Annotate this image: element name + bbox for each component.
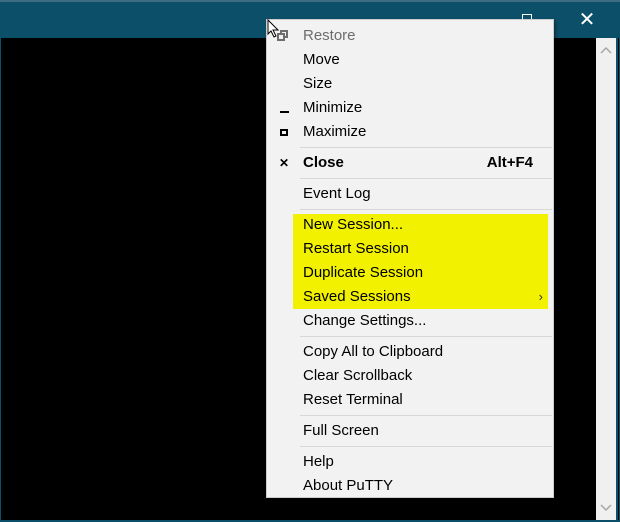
menu-item-maximize[interactable]: Maximize	[267, 120, 553, 144]
menu-item-saved-sessions[interactable]: Saved Sessions ›	[267, 285, 553, 309]
menu-item-label: Restore	[303, 27, 356, 44]
menu-item-full-screen[interactable]: Full Screen	[267, 419, 553, 443]
menu-item-label: Maximize	[303, 123, 367, 140]
menu-item-change-settings[interactable]: Change Settings...	[267, 309, 553, 333]
menu-item-reset-terminal[interactable]: Reset Terminal	[267, 388, 553, 412]
menu-item-label: Clear Scrollback	[303, 367, 413, 384]
menu-item-label: Size	[303, 75, 333, 92]
menu-item-restore[interactable]: Restore	[267, 24, 553, 48]
menu-item-label: About PuTTY	[303, 477, 394, 494]
chevron-down-icon	[600, 504, 612, 512]
menu-separator	[300, 446, 552, 447]
menu-item-label: Move	[303, 51, 340, 68]
system-menu: Restore Move Size Minimize Maximize ✕ Cl…	[266, 19, 554, 498]
maximize-icon	[273, 120, 295, 144]
minimize-icon	[273, 96, 295, 120]
menu-item-label: Restart Session	[303, 240, 409, 257]
chevron-up-icon	[600, 46, 612, 54]
menu-item-restart-session[interactable]: Restart Session	[267, 237, 553, 261]
menu-item-size[interactable]: Size	[267, 72, 553, 96]
menu-item-label: Duplicate Session	[303, 264, 424, 281]
menu-item-event-log[interactable]: Event Log	[267, 182, 553, 206]
menu-separator	[300, 178, 552, 179]
menu-separator	[300, 147, 552, 148]
menu-separator	[300, 415, 552, 416]
chevron-right-icon: ›	[538, 289, 543, 304]
menu-item-label: New Session...	[303, 216, 404, 233]
menu-item-label: Event Log	[303, 185, 371, 202]
vertical-scrollbar[interactable]	[596, 38, 616, 520]
close-icon: ✕	[578, 9, 596, 31]
menu-item-label: Minimize	[303, 99, 363, 116]
menu-item-duplicate-session[interactable]: Duplicate Session	[267, 261, 553, 285]
menu-item-clear-scrollback[interactable]: Clear Scrollback	[267, 364, 553, 388]
menu-item-label: Copy All to Clipboard	[303, 343, 444, 360]
menu-item-help[interactable]: Help	[267, 450, 553, 474]
menu-item-copy-all[interactable]: Copy All to Clipboard	[267, 340, 553, 364]
menu-item-close[interactable]: ✕ Close Alt+F4	[267, 151, 553, 175]
menu-item-label: Reset Terminal	[303, 391, 403, 408]
menu-item-label: Change Settings...	[303, 312, 427, 329]
close-button[interactable]: ✕	[564, 2, 610, 38]
scroll-up-button[interactable]	[596, 40, 616, 60]
menu-item-label: Close	[303, 154, 344, 171]
menu-item-move[interactable]: Move	[267, 48, 553, 72]
menu-item-label: Full Screen	[303, 422, 379, 439]
menu-item-about[interactable]: About PuTTY	[267, 474, 553, 498]
menu-item-label: Help	[303, 453, 334, 470]
mouse-cursor-icon	[267, 19, 280, 38]
menu-item-new-session[interactable]: New Session...	[267, 213, 553, 237]
menu-separator	[300, 209, 552, 210]
menu-item-label: Saved Sessions	[303, 288, 411, 305]
menu-item-minimize[interactable]: Minimize	[267, 96, 553, 120]
close-icon: ✕	[278, 156, 290, 170]
menu-item-shortcut: Alt+F4	[486, 154, 533, 171]
menu-separator	[300, 336, 552, 337]
window-right-border	[616, 38, 618, 522]
scroll-down-button[interactable]	[596, 498, 616, 518]
